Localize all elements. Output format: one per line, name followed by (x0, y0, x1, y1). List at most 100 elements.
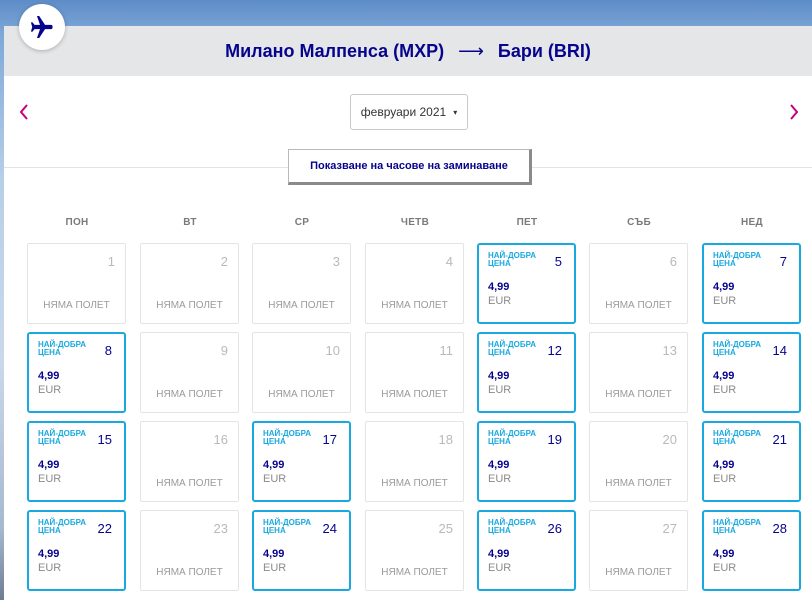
no-flight-label: НЯМА ПОЛЕТ (381, 478, 448, 489)
fare-currency: EUR (713, 473, 737, 485)
day-cell-no-flight: 13 НЯМА ПОЛЕТ (589, 332, 688, 413)
fare-currency: EUR (713, 562, 737, 574)
next-month-button[interactable] (783, 100, 805, 124)
day-number: 7 (779, 254, 787, 269)
destination-airport: Бари (BRI) (497, 40, 591, 61)
best-price-badge: НАЙ-ДОБРА ЦЕНА (488, 340, 537, 357)
best-price-badge: НАЙ-ДОБРА ЦЕНА (488, 251, 537, 268)
day-cell-best-price[interactable]: 5 НАЙ-ДОБРА ЦЕНА 4,99 EUR (477, 243, 576, 324)
fare-currency: EUR (38, 473, 62, 485)
day-cell-no-flight: 1 НЯМА ПОЛЕТ (27, 243, 126, 324)
fare-currency: EUR (38, 562, 62, 574)
prev-month-button[interactable] (13, 100, 35, 124)
chevron-left-icon (19, 104, 28, 120)
day-cell-best-price[interactable]: 15 НАЙ-ДОБРА ЦЕНА 4,99 EUR (27, 421, 126, 502)
day-number: 3 (332, 254, 340, 269)
day-cell-best-price[interactable]: 21 НАЙ-ДОБРА ЦЕНА 4,99 EUR (702, 421, 801, 502)
no-flight-label: НЯМА ПОЛЕТ (605, 567, 672, 578)
best-price-badge: НАЙ-ДОБРА ЦЕНА (488, 518, 537, 535)
day-number: 15 (97, 432, 112, 447)
no-flight-label: НЯМА ПОЛЕТ (156, 478, 223, 489)
day-cell-best-price[interactable]: 7 НАЙ-ДОБРА ЦЕНА 4,99 EUR (702, 243, 801, 324)
weekday-label: ЧЕТВ (400, 217, 430, 228)
best-price-badge: НАЙ-ДОБРА ЦЕНА (713, 429, 762, 446)
day-cell-best-price[interactable]: 24 НАЙ-ДОБРА ЦЕНА 4,99 EUR (252, 510, 351, 591)
no-flight-label: НЯМА ПОЛЕТ (381, 389, 448, 400)
day-number: 24 (322, 521, 337, 536)
day-cell-best-price[interactable]: 28 НАЙ-ДОБРА ЦЕНА 4,99 EUR (702, 510, 801, 591)
airplane-badge (19, 4, 65, 50)
day-number: 26 (547, 521, 562, 536)
best-price-badge: НАЙ-ДОБРА ЦЕНА (713, 340, 762, 357)
day-number: 9 (220, 343, 228, 358)
weekday-label: СР (294, 217, 310, 228)
no-flight-label: НЯМА ПОЛЕТ (605, 389, 672, 400)
day-number: 25 (438, 521, 453, 536)
day-cell-no-flight: 25 НЯМА ПОЛЕТ (365, 510, 464, 591)
day-number: 20 (662, 432, 677, 447)
day-number: 28 (772, 521, 787, 536)
day-number: 1 (107, 254, 115, 269)
no-flight-label: НЯМА ПОЛЕТ (156, 389, 223, 400)
day-cell-no-flight: 3 НЯМА ПОЛЕТ (252, 243, 351, 324)
day-cell-best-price[interactable]: 19 НАЙ-ДОБРА ЦЕНА 4,99 EUR (477, 421, 576, 502)
day-number: 2 (220, 254, 228, 269)
day-number: 13 (662, 343, 677, 358)
day-cell-best-price[interactable]: 14 НАЙ-ДОБРА ЦЕНА 4,99 EUR (702, 332, 801, 413)
day-number: 18 (438, 432, 453, 447)
day-cell-best-price[interactable]: 17 НАЙ-ДОБРА ЦЕНА 4,99 EUR (252, 421, 351, 502)
route-header: Милано Малпенса (MXP) ⟶ Бари (BRI) (4, 26, 812, 76)
day-number: 5 (554, 254, 562, 269)
day-number: 22 (97, 521, 112, 536)
fare-currency: EUR (488, 562, 512, 574)
fare-price: 4,99 (38, 370, 60, 382)
best-price-badge: НАЙ-ДОБРА ЦЕНА (38, 518, 87, 535)
no-flight-label: НЯМА ПОЛЕТ (268, 389, 335, 400)
day-cell-no-flight: 20 НЯМА ПОЛЕТ (589, 421, 688, 502)
no-flight-label: НЯМА ПОЛЕТ (156, 567, 223, 578)
day-number: 10 (325, 343, 340, 358)
fare-currency: EUR (488, 384, 512, 396)
day-cell-best-price[interactable]: 22 НАЙ-ДОБРА ЦЕНА 4,99 EUR (27, 510, 126, 591)
weekday-label: СЪБ (627, 217, 651, 228)
day-number: 8 (104, 343, 112, 358)
best-price-badge: НАЙ-ДОБРА ЦЕНА (263, 518, 312, 535)
month-select[interactable]: февруари 2021 ▾ (350, 94, 468, 130)
weekday-label: ВТ (183, 217, 197, 228)
no-flight-label: НЯМА ПОЛЕТ (605, 478, 672, 489)
day-cell-best-price[interactable]: 12 НАЙ-ДОБРА ЦЕНА 4,99 EUR (477, 332, 576, 413)
no-flight-label: НЯМА ПОЛЕТ (605, 300, 672, 311)
fare-currency: EUR (263, 562, 287, 574)
caret-down-icon: ▾ (453, 107, 458, 117)
day-cell-best-price[interactable]: 8 НАЙ-ДОБРА ЦЕНА 4,99 EUR (27, 332, 126, 413)
day-cell-no-flight: 4 НЯМА ПОЛЕТ (365, 243, 464, 324)
day-cell-no-flight: 11 НЯМА ПОЛЕТ (365, 332, 464, 413)
show-departure-times-button[interactable]: Показване на часове на заминаване (288, 149, 532, 185)
day-number: 16 (213, 432, 228, 447)
day-cell-best-price[interactable]: 26 НАЙ-ДОБРА ЦЕНА 4,99 EUR (477, 510, 576, 591)
weekday-label: ПОН (65, 217, 89, 228)
best-price-badge: НАЙ-ДОБРА ЦЕНА (713, 518, 762, 535)
fare-price: 4,99 (488, 548, 510, 560)
airplane-icon (30, 16, 53, 38)
route-arrow-icon: ⟶ (458, 40, 484, 61)
fare-price: 4,99 (263, 459, 285, 471)
day-cell-no-flight: 9 НЯМА ПОЛЕТ (140, 332, 239, 413)
fare-price: 4,99 (38, 548, 60, 560)
fare-currency: EUR (488, 295, 512, 307)
fare-price: 4,99 (713, 548, 735, 560)
day-number: 23 (213, 521, 228, 536)
no-flight-label: НЯМА ПОЛЕТ (381, 300, 448, 311)
fare-price: 4,99 (713, 370, 735, 382)
day-cell-no-flight: 27 НЯМА ПОЛЕТ (589, 510, 688, 591)
fare-price: 4,99 (488, 281, 510, 293)
best-price-badge: НАЙ-ДОБРА ЦЕНА (713, 251, 762, 268)
fare-currency: EUR (263, 473, 287, 485)
fare-price: 4,99 (38, 459, 60, 471)
day-cell-no-flight: 6 НЯМА ПОЛЕТ (589, 243, 688, 324)
day-number: 21 (772, 432, 787, 447)
fare-price: 4,99 (488, 370, 510, 382)
best-price-badge: НАЙ-ДОБРА ЦЕНА (38, 429, 87, 446)
day-number: 19 (547, 432, 562, 447)
fare-price: 4,99 (713, 281, 735, 293)
